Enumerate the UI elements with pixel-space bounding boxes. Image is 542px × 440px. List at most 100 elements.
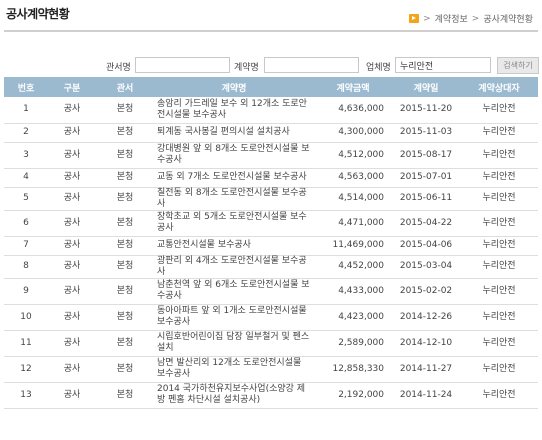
cell-number: 10 (4, 304, 48, 331)
cell-party: 누리안전 (460, 210, 538, 237)
table-row[interactable]: 8 공사 본청 광판리 외 4개소 도로안전시설물 보수공사 4,452,000 2015… (4, 255, 538, 279)
cell-date: 2015-04-22 (392, 210, 460, 237)
cell-office: 본청 (96, 304, 154, 331)
cell-party: 누리안전 (460, 255, 538, 279)
cell-number: 5 (4, 187, 48, 211)
company-input[interactable] (395, 57, 491, 73)
cell-number: 8 (4, 255, 48, 279)
cell-date: 2014-11-27 (392, 356, 460, 383)
cell-type: 공사 (48, 356, 96, 383)
cell-contract-name[interactable]: 교동 외 7개소 도로안전시설물 보수공사 (154, 168, 314, 188)
cell-office: 본청 (96, 187, 154, 211)
search-bar: 관서명 계약명 업체명 검색하기 (0, 57, 542, 75)
cell-date: 2015-06-11 (392, 187, 460, 211)
cell-office: 본청 (96, 142, 154, 169)
cell-contract-name[interactable]: 장학초교 외 5개소 도로안전시설물 보수공사 (154, 210, 314, 237)
cell-number: 2 (4, 123, 48, 143)
cell-number: 12 (4, 356, 48, 383)
cell-amount: 2,589,000 (314, 330, 392, 357)
cell-date: 2015-11-03 (392, 123, 460, 143)
header-office: 관서 (96, 77, 154, 97)
cell-party: 누리안전 (460, 304, 538, 331)
cell-contract-name[interactable]: 칠전동 외 8개소 도로안전시설물 보수공사 (154, 187, 314, 211)
table-row[interactable]: 11 공사 본청 시립호반어린이집 담장 일부철거 및 펜스 설치 2,589,000 2… (4, 330, 538, 357)
cell-amount: 4,514,000 (314, 187, 392, 211)
cell-number: 3 (4, 142, 48, 169)
cell-type: 공사 (48, 382, 96, 409)
cell-contract-name[interactable]: 시립호반어린이집 담장 일부철거 및 펜스 설치 (154, 330, 314, 357)
cell-office: 본청 (96, 123, 154, 143)
cell-contract-name[interactable]: 남춘천역 앞 외 6개소 도로안전시설물 보수공사 (154, 278, 314, 305)
cell-contract-name[interactable]: 남면 발산리외 12개소 도로안전시설물 보수공사 (154, 356, 314, 383)
table-row[interactable]: 2 공사 본청 퇴계동 국사봉길 편의시설 설치공사 4,300,000 2015-11-… (4, 123, 538, 143)
cell-contract-name[interactable]: 송암리 가드레일 보수 외 12개소 도로안전시설물 보수공사 (154, 97, 314, 124)
cell-date: 2015-11-20 (392, 97, 460, 124)
office-input[interactable] (135, 57, 230, 73)
cell-date: 2014-12-26 (392, 304, 460, 331)
cell-party: 누리안전 (460, 236, 538, 256)
cell-number: 9 (4, 278, 48, 305)
contract-table: 번호 구분 관서 계약명 계약금액 계약일 계약상대자 1 공사 본청 송암리 가드레… (4, 77, 538, 409)
contract-label: 계약명 (234, 63, 259, 73)
cell-party: 누리안전 (460, 168, 538, 188)
home-icon[interactable] (409, 14, 420, 23)
cell-office: 본청 (96, 210, 154, 237)
cell-type: 공사 (48, 142, 96, 169)
table-row[interactable]: 1 공사 본청 송암리 가드레일 보수 외 12개소 도로안전시설물 보수공사 4,63… (4, 97, 538, 124)
cell-contract-name[interactable]: 동아아파트 앞 외 1개소 도로안전시설물 보수공사 (154, 304, 314, 331)
cell-date: 2015-08-17 (392, 142, 460, 169)
table-row[interactable]: 12 공사 본청 남면 발산리외 12개소 도로안전시설물 보수공사 12,858,33… (4, 356, 538, 383)
breadcrumb: > 계약정보 > 공사계약현황 (409, 12, 533, 25)
cell-date: 2015-04-06 (392, 236, 460, 256)
cell-type: 공사 (48, 187, 96, 211)
cell-type: 공사 (48, 123, 96, 143)
cell-party: 누리안전 (460, 187, 538, 211)
header-amount: 계약금액 (314, 77, 392, 97)
cell-office: 본청 (96, 382, 154, 409)
table-row[interactable]: 9 공사 본청 남춘천역 앞 외 6개소 도로안전시설물 보수공사 4,433,000 2… (4, 278, 538, 305)
table-row[interactable]: 4 공사 본청 교동 외 7개소 도로안전시설물 보수공사 4,563,000 2015-… (4, 168, 538, 188)
cell-contract-name[interactable]: 2014 국가하천유지보수사업(소양강 제방 펜홈 차단시설 설치공사) (154, 382, 314, 409)
breadcrumb-item-contract-info[interactable]: 계약정보 (435, 12, 468, 25)
cell-type: 공사 (48, 304, 96, 331)
cell-party: 누리안전 (460, 278, 538, 305)
cell-office: 본청 (96, 255, 154, 279)
cell-type: 공사 (48, 97, 96, 124)
cell-office: 본청 (96, 278, 154, 305)
cell-date: 2015-02-02 (392, 278, 460, 305)
cell-date: 2015-07-01 (392, 168, 460, 188)
cell-office: 본청 (96, 97, 154, 124)
cell-amount: 4,563,000 (314, 168, 392, 188)
cell-date: 2014-11-24 (392, 382, 460, 409)
cell-type: 공사 (48, 210, 96, 237)
breadcrumb-separator-icon: > (423, 13, 431, 24)
cell-amount: 11,469,000 (314, 236, 392, 256)
cell-office: 본청 (96, 168, 154, 188)
cell-type: 공사 (48, 330, 96, 357)
cell-contract-name[interactable]: 강대병원 앞 외 8개소 도로안전시설물 보수공사 (154, 142, 314, 169)
header-type: 구분 (48, 77, 96, 97)
header-party: 계약상대자 (460, 77, 538, 97)
cell-party: 누리안전 (460, 356, 538, 383)
table-row[interactable]: 5 공사 본청 칠전동 외 8개소 도로안전시설물 보수공사 4,514,000 2015… (4, 187, 538, 211)
cell-contract-name[interactable]: 퇴계동 국사봉길 편의시설 설치공사 (154, 123, 314, 143)
search-button[interactable]: 검색하기 (497, 57, 539, 74)
table-row[interactable]: 3 공사 본청 강대병원 앞 외 8개소 도로안전시설물 보수공사 4,512,000 2… (4, 142, 538, 169)
table-row[interactable]: 10 공사 본청 동아아파트 앞 외 1개소 도로안전시설물 보수공사 4,423,00… (4, 304, 538, 331)
cell-number: 11 (4, 330, 48, 357)
cell-contract-name[interactable]: 교통안전시설물 보수공사 (154, 236, 314, 256)
table-row[interactable]: 13 공사 본청 2014 국가하천유지보수사업(소양강 제방 펜홈 차단시설 설치공… (4, 382, 538, 409)
cell-contract-name[interactable]: 광판리 외 4개소 도로안전시설물 보수공사 (154, 255, 314, 279)
breadcrumb-item-construction-contracts[interactable]: 공사계약현황 (483, 12, 533, 25)
cell-party: 누리안전 (460, 123, 538, 143)
title-divider (4, 30, 538, 32)
cell-date: 2014-12-10 (392, 330, 460, 357)
header-date: 계약일 (392, 77, 460, 97)
cell-party: 누리안전 (460, 330, 538, 357)
cell-type: 공사 (48, 236, 96, 256)
table-row[interactable]: 6 공사 본청 장학초교 외 5개소 도로안전시설물 보수공사 4,471,000 201… (4, 210, 538, 237)
contract-input[interactable] (264, 57, 359, 73)
table-row[interactable]: 7 공사 본청 교통안전시설물 보수공사 11,469,000 2015-04-06 누리안… (4, 236, 538, 256)
table-body: 1 공사 본청 송암리 가드레일 보수 외 12개소 도로안전시설물 보수공사 4,63… (4, 97, 538, 409)
cell-number: 6 (4, 210, 48, 237)
